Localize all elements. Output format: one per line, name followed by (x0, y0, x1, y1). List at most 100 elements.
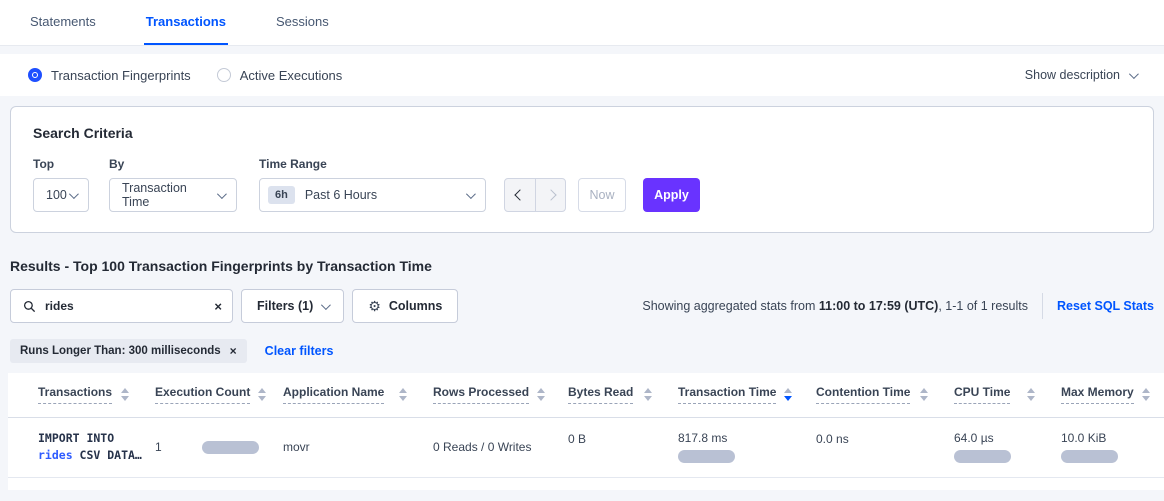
column-label: CPU Time (954, 385, 1010, 404)
cell-execution-count: 1 (145, 417, 273, 477)
cell-transaction-time: 817.8 ms (668, 417, 806, 477)
previous-time-button[interactable] (505, 179, 535, 211)
execution-count-bar (202, 441, 259, 454)
sort-icon[interactable] (1027, 388, 1035, 401)
column-header-contention-time[interactable]: Contention Time (806, 373, 944, 417)
cell-application-name: movr (273, 417, 423, 477)
view-toggle-group: Transaction Fingerprints Active Executio… (28, 68, 342, 83)
filters-button[interactable]: Filters (1) (241, 289, 344, 323)
clear-search-icon[interactable]: × (214, 300, 222, 313)
application-name-value: movr (283, 440, 310, 454)
cell-contention-time: 0.0 ns (806, 417, 944, 477)
column-header-bytes-read[interactable]: Bytes Read (558, 373, 668, 417)
page-tabs: Statements Transactions Sessions (0, 0, 1164, 46)
cell-cpu-time: 64.0 µs (944, 417, 1051, 477)
column-header-max-memory[interactable]: Max Memory (1051, 373, 1164, 417)
column-header-execution-count[interactable]: Execution Count (145, 373, 273, 417)
active-filters-row: Runs Longer Than: 300 milliseconds × Cle… (10, 339, 1154, 363)
tab-sessions[interactable]: Sessions (274, 0, 331, 45)
column-header-rows-processed[interactable]: Rows Processed (423, 373, 558, 417)
chevron-down-icon (217, 189, 227, 199)
sql-highlight-link[interactable]: rides (38, 448, 73, 462)
radio-transaction-fingerprints[interactable]: Transaction Fingerprints (28, 68, 191, 83)
search-icon (23, 300, 36, 313)
column-header-transaction-time[interactable]: Transaction Time (668, 373, 806, 417)
sort-icon[interactable] (920, 388, 928, 401)
column-header-transactions[interactable]: Transactions (8, 373, 145, 417)
sort-icon[interactable] (258, 388, 266, 401)
time-step-group (504, 178, 566, 212)
cell-max-memory: 10.0 KiB (1051, 417, 1164, 477)
chevron-down-icon (466, 189, 476, 199)
table-header-row: Transactions Execution Count Application… (8, 373, 1164, 417)
tab-transactions[interactable]: Transactions (144, 0, 228, 45)
sort-icon-active-desc[interactable] (784, 388, 792, 401)
max-memory-bar (1061, 450, 1118, 463)
vertical-divider (1042, 293, 1043, 319)
by-select[interactable]: Transaction Time (109, 178, 237, 212)
aggregated-stats-text: Showing aggregated stats from 11:00 to 1… (642, 299, 1028, 313)
top-select[interactable]: 100 (33, 178, 89, 212)
top-label: Top (33, 157, 109, 171)
sort-icon[interactable] (537, 388, 545, 401)
rows-processed-value: 0 Reads / 0 Writes (433, 440, 531, 454)
apply-button[interactable]: Apply (643, 178, 700, 212)
time-range-select[interactable]: 6h Past 6 Hours (259, 178, 486, 212)
cell-rows-processed: 0 Reads / 0 Writes (423, 417, 558, 477)
now-button[interactable]: Now (578, 178, 626, 212)
chevron-down-icon (69, 189, 79, 199)
sort-icon[interactable] (121, 388, 129, 401)
results-search-box[interactable]: × (10, 289, 233, 323)
radio-unselected-icon (217, 68, 231, 82)
stats-suffix: , 1-1 of 1 results (938, 299, 1028, 313)
results-table-card: Transactions Execution Count Application… (8, 373, 1164, 490)
results-table: Transactions Execution Count Application… (8, 373, 1164, 478)
table-row: IMPORT INTO rides CSV DATA… 1 movr 0 Rea… (8, 417, 1164, 477)
execution-count-value: 1 (155, 440, 162, 454)
column-label: Application Name (283, 385, 384, 404)
remove-filter-icon[interactable]: × (230, 344, 237, 358)
radio-active-executions[interactable]: Active Executions (217, 68, 343, 83)
view-toggle-band: Transaction Fingerprints Active Executio… (0, 54, 1164, 96)
time-range-badge: 6h (268, 186, 295, 204)
cell-transaction[interactable]: IMPORT INTO rides CSV DATA… (8, 417, 145, 477)
chevron-down-icon (1129, 69, 1139, 79)
columns-button[interactable]: ⚙ Columns (352, 289, 458, 323)
by-field: By Transaction Time (109, 157, 259, 212)
results-heading: Results - Top 100 Transaction Fingerprin… (10, 258, 1154, 274)
column-header-cpu-time[interactable]: CPU Time (944, 373, 1051, 417)
stats-range: 11:00 to 17:59 (UTC) (819, 299, 938, 313)
time-range-field: Time Range 6h Past 6 Hours (259, 157, 486, 212)
sort-icon[interactable] (644, 388, 652, 401)
tab-statements[interactable]: Statements (28, 0, 98, 45)
filter-pill: Runs Longer Than: 300 milliseconds × (10, 339, 247, 363)
sort-icon[interactable] (1142, 388, 1150, 401)
search-criteria-card: Search Criteria Top 100 By Transaction T… (10, 106, 1154, 233)
transaction-time-value: 817.8 ms (678, 431, 727, 445)
results-toolbar: × Filters (1) ⚙ Columns Showing aggregat… (10, 289, 1154, 323)
sql-line2: rides CSV DATA… (38, 447, 131, 464)
columns-label: Columns (389, 299, 442, 313)
top-field: Top 100 (33, 157, 109, 212)
column-label: Max Memory (1061, 385, 1134, 404)
search-input[interactable] (45, 299, 214, 313)
contention-time-value: 0.0 ns (816, 432, 849, 446)
show-description-label: Show description (1025, 68, 1120, 82)
bytes-read-value: 0 B (568, 432, 586, 446)
filter-pill-label: Runs Longer Than: 300 milliseconds (20, 345, 221, 357)
chevron-right-icon (545, 189, 556, 200)
stats-prefix: Showing aggregated stats from (642, 299, 819, 313)
reset-sql-stats-link[interactable]: Reset SQL Stats (1057, 299, 1154, 313)
column-header-application-name[interactable]: Application Name (273, 373, 423, 417)
sql-line1: IMPORT INTO (38, 430, 131, 447)
column-label: Transactions (38, 385, 112, 404)
sql-line2-rest: CSV DATA… (73, 448, 142, 462)
column-label: Bytes Read (568, 385, 633, 404)
gear-icon: ⚙ (368, 298, 381, 315)
sort-icon[interactable] (399, 388, 407, 401)
column-label: Rows Processed (433, 385, 529, 404)
clear-filters-link[interactable]: Clear filters (265, 344, 334, 358)
next-time-button[interactable] (535, 179, 565, 211)
show-description-toggle[interactable]: Show description (1025, 68, 1136, 82)
radio-label: Transaction Fingerprints (51, 68, 191, 83)
